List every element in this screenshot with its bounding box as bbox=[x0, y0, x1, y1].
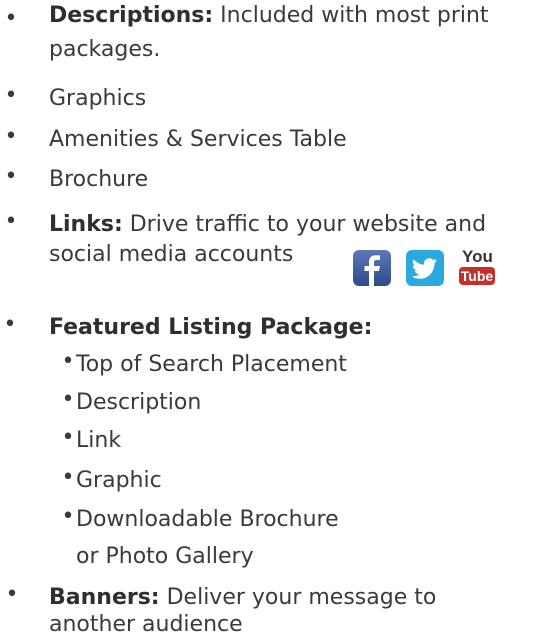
sub-item-text: Top of Search Placement bbox=[76, 352, 347, 377]
sub-item-text: Link bbox=[76, 428, 122, 453]
item-title: Links: bbox=[49, 212, 123, 237]
item-title: Descriptions: bbox=[49, 3, 214, 28]
sub-bullet: • bbox=[61, 504, 75, 529]
sub-bullet: • bbox=[61, 425, 75, 450]
item-title: Featured Listing Package: bbox=[49, 315, 373, 340]
youtube-icon[interactable]: You Tube bbox=[458, 247, 496, 287]
bullet: • bbox=[4, 83, 18, 108]
sub-bullet: • bbox=[61, 465, 75, 490]
item-text: Deliver your message to bbox=[159, 585, 437, 610]
item-text: Drive traffic to your website and bbox=[122, 212, 487, 237]
bullet: • bbox=[4, 6, 18, 31]
bullet: • bbox=[4, 164, 18, 189]
youtube-icon-top: You bbox=[462, 247, 493, 266]
social-icons: You Tube bbox=[352, 247, 502, 287]
bullet: • bbox=[3, 312, 17, 337]
bullet: • bbox=[4, 124, 18, 149]
bullet: • bbox=[5, 582, 19, 607]
sub-item-text-line2: or Photo Gallery bbox=[76, 544, 254, 569]
bullet: • bbox=[4, 209, 18, 234]
item-text: Included with most print bbox=[213, 3, 489, 28]
facebook-icon[interactable] bbox=[352, 247, 392, 287]
item-text-line2: social media accounts bbox=[49, 242, 294, 267]
sub-bullet: • bbox=[61, 387, 75, 412]
item-text-line2: another audience bbox=[49, 612, 243, 637]
item-text: Graphics bbox=[49, 86, 147, 111]
item-text-line2: packages. bbox=[49, 37, 161, 62]
sub-item-text: Description bbox=[76, 390, 202, 415]
sub-bullet: • bbox=[61, 349, 75, 374]
youtube-icon-bottom: Tube bbox=[459, 267, 495, 285]
twitter-icon[interactable] bbox=[405, 247, 445, 287]
sub-item-text: Graphic bbox=[76, 468, 162, 493]
item-title: Banners: bbox=[49, 585, 160, 610]
item-text: Brochure bbox=[49, 167, 149, 192]
sub-item-text: Downloadable Brochure bbox=[76, 507, 339, 532]
item-text: Amenities & Services Table bbox=[49, 127, 347, 152]
